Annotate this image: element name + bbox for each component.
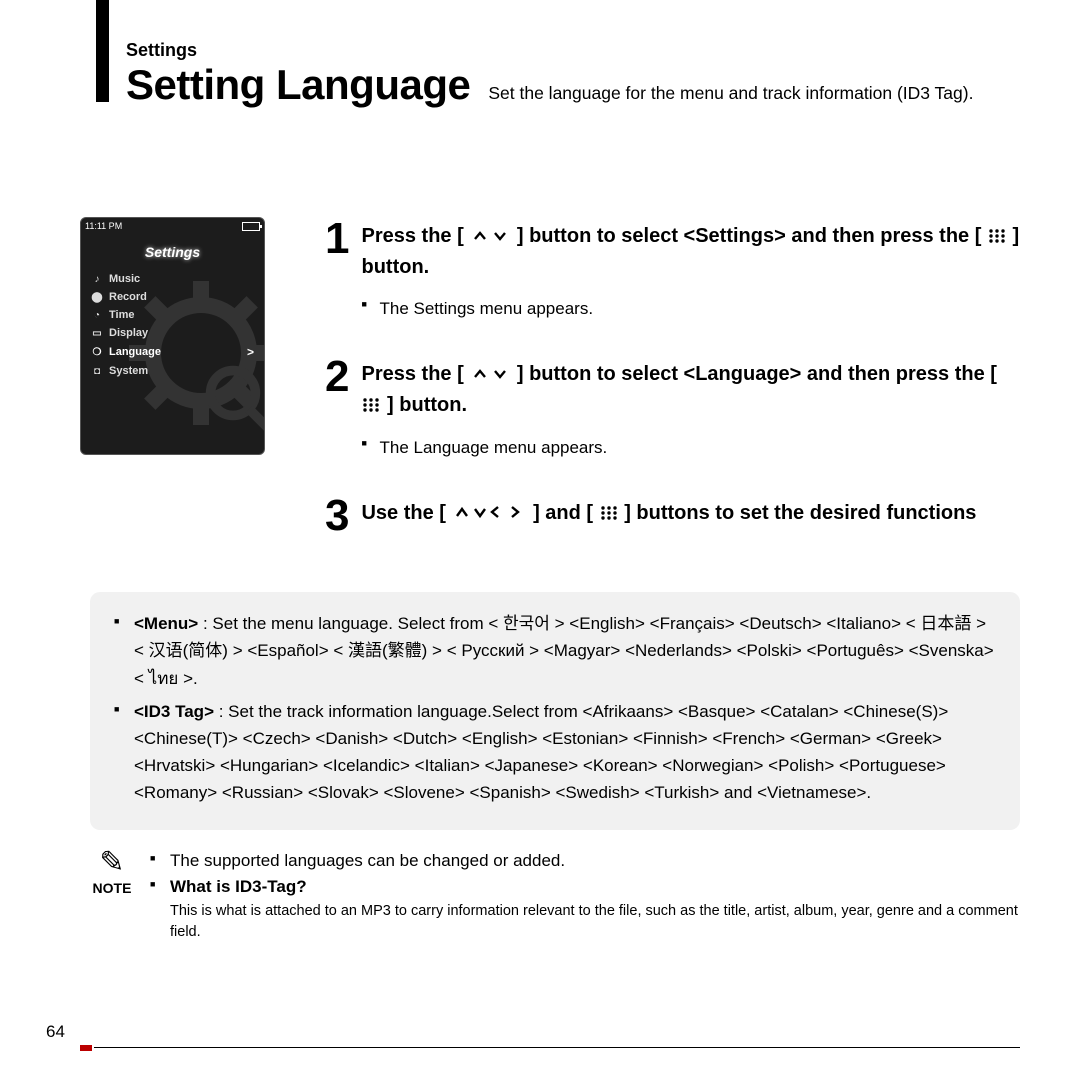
time-icon: ◔	[91, 309, 103, 321]
note-line: The supported languages can be changed o…	[150, 848, 1020, 874]
footer-divider	[94, 1047, 1020, 1048]
note-section: ✎ NOTE The supported languages can be ch…	[90, 848, 1020, 942]
grid-button-icon	[361, 391, 381, 421]
step-number: 2	[325, 355, 349, 460]
steps-panel: 1 Press the [ ] button to select <Settin…	[325, 217, 1020, 572]
step-1: 1 Press the [ ] button to select <Settin…	[325, 217, 1020, 321]
step-note: The Language menu appears.	[361, 435, 1020, 461]
page-subtitle: Set the language for the menu and track …	[488, 83, 973, 108]
note-explanation: This is what is attached to an MP3 to ca…	[170, 901, 1020, 942]
music-icon: ♪	[91, 273, 103, 285]
header: Settings Setting Language Set the langua…	[126, 40, 1020, 109]
device-menu-item: ♪Music	[89, 270, 256, 288]
display-icon: ▭	[91, 327, 103, 339]
chevron-right-icon: >	[247, 345, 254, 359]
up-down-icon	[469, 222, 511, 252]
device-screenshot: 11:11 PM Settings ♪Music	[80, 217, 265, 572]
breadcrumb: Settings	[126, 40, 1020, 61]
device-screen-title: Settings	[81, 244, 264, 260]
step-number: 3	[325, 494, 349, 538]
pencil-note-icon: ✎	[90, 848, 134, 878]
device-menu-item: ⬤Record	[89, 288, 256, 306]
device-time: 11:11 PM	[85, 221, 122, 231]
step-2: 2 Press the [ ] button to select <Langua…	[325, 355, 1020, 460]
step-heading: Press the [ ] button to select <Language…	[361, 359, 1020, 420]
step-heading: Use the [ ] and [ ] buttons to set the d…	[361, 498, 976, 529]
step-note: The Settings menu appears.	[361, 296, 1020, 322]
note-question: What is ID3-Tag?	[150, 874, 1020, 900]
device-menu-item: ▭Display	[89, 324, 256, 342]
page-number: 64	[46, 1022, 65, 1042]
nav-cross-icon	[452, 499, 528, 529]
language-icon: ❍	[91, 346, 103, 358]
section-marker	[96, 0, 109, 102]
options-box: <Menu> : Set the menu language. Select f…	[90, 592, 1020, 830]
page-title: Setting Language	[126, 61, 470, 109]
device-menu-list: ♪Music ⬤Record ◔Time ▭Display ❍Language>…	[81, 270, 264, 380]
device-menu-item: ◘System	[89, 362, 256, 380]
system-icon: ◘	[91, 365, 103, 377]
option-id3: <ID3 Tag> : Set the track information la…	[114, 698, 996, 807]
step-3: 3 Use the [ ] and [ ] buttons to set the…	[325, 494, 1020, 538]
battery-icon	[242, 222, 260, 231]
device-menu-item-selected: ❍Language>	[89, 342, 256, 362]
device-menu-item: ◔Time	[89, 306, 256, 324]
step-heading: Press the [ ] button to select <Settings…	[361, 221, 1020, 282]
grid-button-icon	[987, 222, 1007, 252]
footer-accent	[80, 1045, 92, 1051]
up-down-icon	[469, 360, 511, 390]
step-number: 1	[325, 217, 349, 321]
record-icon: ⬤	[91, 291, 103, 303]
option-menu: <Menu> : Set the menu language. Select f…	[114, 610, 996, 692]
grid-button-icon	[599, 499, 619, 529]
note-label: NOTE	[90, 880, 134, 896]
